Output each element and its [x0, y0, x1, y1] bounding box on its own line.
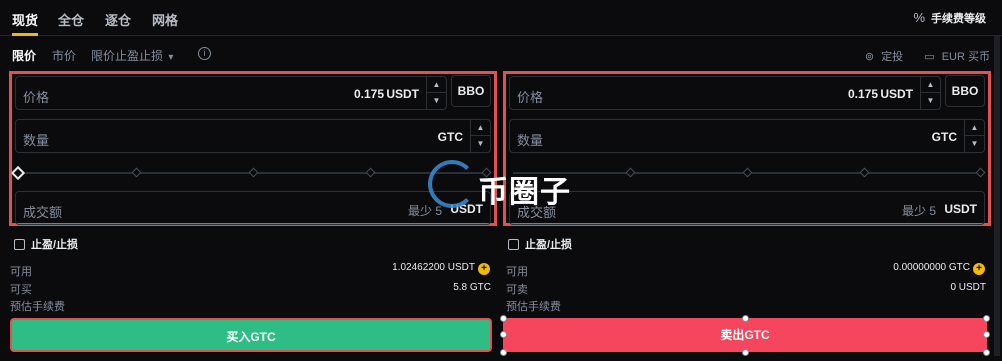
top-right-links: ⊚ 定投 ▭ EUR 买币: [857, 48, 990, 64]
selection-handle: [983, 349, 990, 356]
watermark-logo: 币圈子: [428, 160, 588, 210]
slider-mark-25[interactable]: [131, 167, 142, 178]
chevron-down-icon: ▾: [168, 52, 174, 63]
trade-mode-tabs: 现货 全仓 逐仓 网格 % 手续费等级: [0, 0, 1002, 36]
stepper-down-icon[interactable]: ▼: [965, 136, 984, 152]
stepper-up-icon[interactable]: ▲: [471, 120, 490, 136]
watermark-text: 币圈子: [478, 176, 571, 209]
sell-price-field[interactable]: 价格 0.175 USDT ▲ ▼: [509, 76, 941, 110]
buy-available-label: 可用: [10, 266, 32, 278]
selection-handle: [742, 349, 749, 356]
stepper-up-icon[interactable]: ▲: [427, 77, 446, 93]
buy-max-value: 5.8 GTC: [453, 282, 491, 293]
buy-total-field[interactable]: 成交额 最少 5 USDT: [15, 191, 491, 225]
stop-limit-label: 限价止盈止损: [91, 49, 164, 63]
tab-spot[interactable]: 现货: [12, 10, 38, 29]
sell-bbo-button[interactable]: BBO: [945, 75, 985, 107]
fee-level-label: 手续费等级: [931, 13, 986, 25]
sell-total-unit: USDT: [944, 202, 977, 216]
stepper-down-icon[interactable]: ▼: [471, 136, 490, 152]
buy-total-label: 成交额: [23, 205, 63, 220]
slider-mark-75[interactable]: [365, 167, 376, 178]
buy-fee-label[interactable]: 预估手续费: [10, 298, 65, 314]
stepper-down-icon[interactable]: ▼: [427, 93, 446, 109]
sell-amount-stepper[interactable]: ▲ ▼: [964, 120, 984, 152]
buy-tpsl-label: 止盈/止损: [31, 239, 79, 251]
sell-max-label: 可卖: [506, 284, 528, 296]
slider-handle[interactable]: [10, 165, 26, 181]
sell-max-value: 0 USDT: [950, 282, 986, 293]
watermark-emblem-icon: [428, 160, 476, 208]
scrollbar[interactable]: [994, 36, 1000, 356]
slider-mark-75[interactable]: [859, 167, 870, 178]
percent-icon: %: [913, 10, 925, 25]
sell-amount-unit: GTC: [931, 130, 957, 144]
order-type-market[interactable]: 市价: [52, 47, 76, 64]
stepper-up-icon[interactable]: ▲: [965, 120, 984, 136]
sell-price-unit: USDT: [880, 87, 913, 101]
buy-amount-label: 数量: [23, 133, 50, 148]
buy-max-label: 可买: [10, 284, 32, 296]
sell-price-label: 价格: [517, 90, 544, 105]
buy-price-value: 0.175: [353, 87, 384, 101]
order-type-limit[interactable]: 限价: [12, 47, 36, 64]
add-funds-icon[interactable]: +: [478, 263, 490, 275]
selection-handle: [500, 349, 507, 356]
slider-mark-100[interactable]: [975, 167, 986, 178]
buy-amount-field[interactable]: 数量 GTC ▲ ▼: [15, 119, 491, 153]
selection-handle: [742, 315, 749, 322]
fee-level-link[interactable]: % 手续费等级: [913, 10, 986, 26]
active-tab-indicator: [12, 33, 38, 36]
slider-mark-25[interactable]: [625, 167, 636, 178]
buy-price-field[interactable]: 价格 0.175 USDT ▲ ▼: [15, 76, 447, 110]
sell-tpsl-toggle[interactable]: 止盈/止损: [508, 236, 572, 252]
info-icon[interactable]: i: [198, 47, 211, 60]
buy-amount-stepper[interactable]: ▲ ▼: [470, 120, 490, 152]
add-funds-icon[interactable]: +: [973, 263, 985, 275]
slider-mark-50[interactable]: [742, 167, 753, 178]
selection-handle: [983, 331, 990, 338]
sell-available-value: 0.00000000 GTC +: [893, 262, 985, 275]
card-icon: ▭: [924, 51, 935, 63]
selection-handle: [500, 315, 507, 322]
buy-order-form: 价格 0.175 USDT ▲ ▼ BBO 数量 GTC ▲ ▼ 成交额 最少 …: [9, 71, 497, 226]
sell-amount-label: 数量: [517, 133, 544, 148]
sell-price-value: 0.175: [847, 87, 878, 101]
stepper-up-icon[interactable]: ▲: [921, 77, 940, 93]
buy-bbo-button[interactable]: BBO: [451, 75, 491, 107]
tab-grid[interactable]: 网格: [152, 10, 178, 29]
buy-button[interactable]: 买入GTC: [10, 318, 492, 352]
tab-cross-margin[interactable]: 全仓: [58, 10, 84, 29]
auto-invest-icon: ⊚: [864, 51, 875, 63]
buy-eur-label: EUR 买币: [941, 51, 990, 63]
buy-amount-unit: GTC: [437, 130, 463, 144]
buy-price-unit: USDT: [386, 87, 419, 101]
auto-invest-link[interactable]: ⊚ 定投: [861, 51, 903, 63]
tab-isolated-margin[interactable]: 逐仓: [105, 10, 131, 29]
sell-available-label: 可用: [506, 266, 528, 278]
buy-tpsl-toggle[interactable]: 止盈/止损: [14, 236, 78, 252]
selection-handle: [500, 331, 507, 338]
checkbox[interactable]: [14, 239, 25, 250]
sell-button[interactable]: 卖出GTC: [503, 318, 987, 352]
selection-handle: [983, 315, 990, 322]
sell-available-amount: 0.00000000 GTC: [893, 262, 970, 273]
buy-available-amount: 1.02462200 USDT: [392, 262, 475, 273]
checkbox[interactable]: [508, 239, 519, 250]
buy-available-value: 1.02462200 USDT +: [392, 262, 490, 275]
sell-amount-field[interactable]: 数量 GTC ▲ ▼: [509, 119, 985, 153]
stepper-down-icon[interactable]: ▼: [921, 93, 940, 109]
sell-total-min: 最少 5: [901, 204, 936, 218]
buy-price-label: 价格: [23, 90, 50, 105]
sell-price-stepper[interactable]: ▲ ▼: [920, 77, 940, 109]
slider-mark-50[interactable]: [248, 167, 259, 178]
sell-fee-label[interactable]: 预估手续费: [506, 298, 561, 314]
sell-tpsl-label: 止盈/止损: [525, 239, 573, 251]
buy-price-stepper[interactable]: ▲ ▼: [426, 77, 446, 109]
auto-invest-label: 定投: [881, 51, 904, 63]
buy-amount-slider[interactable]: [10, 164, 492, 181]
buy-eur-link[interactable]: ▭ EUR 买币: [920, 51, 990, 63]
order-type-stop-limit[interactable]: 限价止盈止损 ▾: [91, 47, 173, 64]
